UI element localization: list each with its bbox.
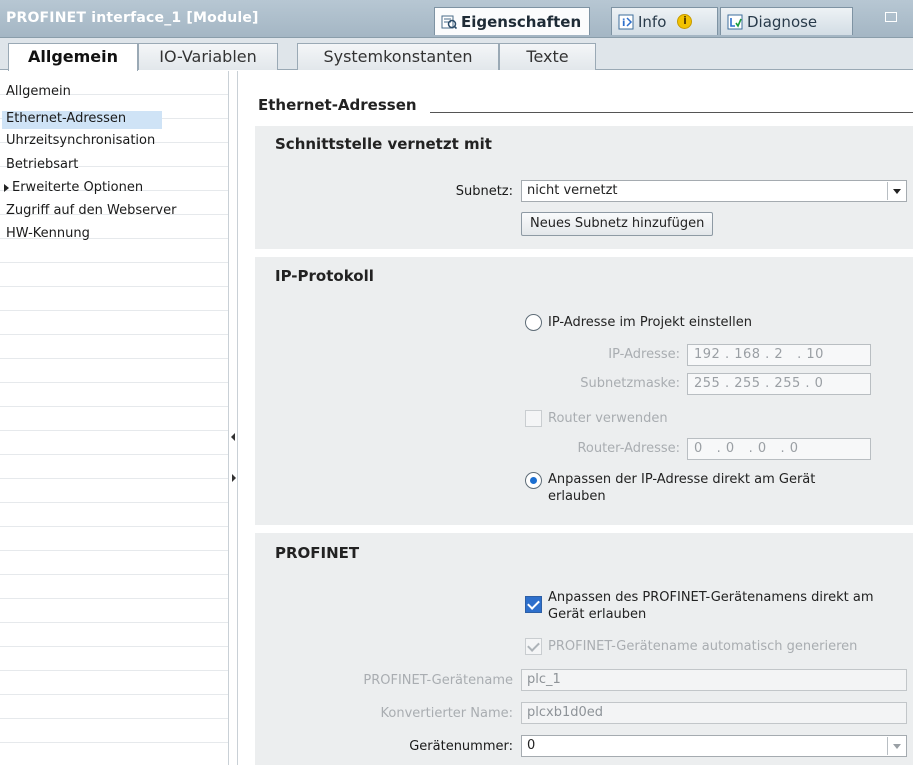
expand-right-icon[interactable] xyxy=(232,474,236,482)
tab-systemkonstanten[interactable]: Systemkonstanten xyxy=(297,43,499,70)
sidebar-item-uhrzeitsynchronisation[interactable]: Uhrzeitsynchronisation xyxy=(6,133,155,151)
sidebar-item-allgemein[interactable]: Allgemein xyxy=(6,84,71,102)
panel-title-bar: PROFINET interface_1 [Module] Eigenschaf… xyxy=(0,0,913,38)
device-name-field[interactable]: plc_1 xyxy=(521,669,907,691)
auto-name-checkbox[interactable] xyxy=(525,638,542,655)
router-address-field[interactable]: 0 . 0 . 0 . 0 xyxy=(687,438,871,460)
panel-schnittstelle: Schnittstelle vernetzt mit Subnetz: nich… xyxy=(255,126,913,249)
router-checkbox[interactable] xyxy=(525,410,542,427)
info-icon: i xyxy=(618,14,634,30)
ip-device-radio[interactable] xyxy=(525,472,542,489)
tab-diagnose[interactable]: Diagnose xyxy=(720,7,853,35)
tab-io-variablen[interactable]: IO-Variablen xyxy=(138,43,278,70)
panel-profinet: PROFINET Anpassen des PROFINET-Gerätenam… xyxy=(255,533,913,765)
sidebar-item-label: Erweiterte Optionen xyxy=(12,180,144,195)
panel-splitter[interactable] xyxy=(228,71,238,765)
tab-eigenschaften[interactable]: Eigenschaften xyxy=(434,7,590,35)
panel-title: Schnittstelle vernetzt mit xyxy=(275,135,492,153)
chevron-down-icon[interactable] xyxy=(887,182,905,200)
device-number-select[interactable]: 0 xyxy=(521,735,907,757)
device-number-value: 0 xyxy=(527,738,536,753)
ip-project-radio[interactable] xyxy=(525,314,542,331)
sidebar-item-hw-kennung[interactable]: HW-Kennung xyxy=(6,226,90,244)
ip-project-option-label: IP-Adresse im Projekt einstellen xyxy=(548,315,753,330)
tab-texte[interactable]: Texte xyxy=(499,43,596,70)
window-title: PROFINET interface_1 [Module] xyxy=(6,10,259,26)
tab-allgemein[interactable]: Allgemein xyxy=(8,43,138,71)
sidebar-item-webserver[interactable]: Zugriff auf den Webserver xyxy=(6,203,176,221)
ip-address-field[interactable]: 192 . 168 . 2 . 10 xyxy=(687,344,871,366)
warning-icon: i xyxy=(677,14,693,29)
allow-device-name-label: Anpassen des PROFINET-Gerätenamens direk… xyxy=(548,590,874,622)
tab-info-label: Info xyxy=(638,13,667,31)
properties-icon xyxy=(441,14,458,30)
collapse-left-icon[interactable] xyxy=(231,433,235,441)
sidebar-item-ethernet-adressen[interactable]: Ethernet-Adressen xyxy=(2,111,162,129)
svg-text:i: i xyxy=(622,18,625,29)
sidebar-item-erweiterte-optionen[interactable]: Erweiterte Optionen xyxy=(4,180,144,198)
converted-name-field: plcxb1d0ed xyxy=(521,702,907,724)
tab-diagnose-label: Diagnose xyxy=(747,13,818,31)
allow-device-name-checkbox[interactable] xyxy=(525,596,542,613)
header-divider xyxy=(430,112,913,113)
subnet-mask-label: Subnetzmaske: xyxy=(580,376,680,391)
panel-title: PROFINET xyxy=(275,544,360,562)
auto-name-label: PROFINET-Gerätename automatisch generier… xyxy=(548,639,858,654)
device-number-label: Gerätenummer: xyxy=(409,739,513,754)
properties-tab-row: Allgemein IO-Variablen Systemkonstanten … xyxy=(0,38,913,71)
subnet-mask-field[interactable]: 255 . 255 . 255 . 0 xyxy=(687,373,871,395)
chevron-down-icon[interactable] xyxy=(887,737,905,755)
ip-address-label: IP-Adresse: xyxy=(608,347,680,362)
diagnose-icon xyxy=(727,14,743,30)
converted-name-label: Konvertierter Name: xyxy=(380,706,513,721)
properties-content: Ethernet-Adressen Schnittstelle vernetzt… xyxy=(238,71,913,765)
ip-device-option-label: Anpassen der IP-Adresse direkt am Gerät … xyxy=(548,472,816,504)
device-name-label: PROFINET-Gerätename xyxy=(363,673,513,688)
router-address-label: Router-Adresse: xyxy=(577,441,680,456)
add-subnet-button[interactable]: Neues Subnetz hinzufügen xyxy=(521,212,714,236)
router-option-label: Router verwenden xyxy=(548,411,668,426)
subnetz-label: Subnetz: xyxy=(455,184,513,199)
subnetz-select[interactable]: nicht vernetzt xyxy=(521,180,907,202)
restore-window-icon[interactable] xyxy=(885,12,897,22)
tab-info[interactable]: i Info i xyxy=(611,7,718,35)
subnetz-value: nicht vernetzt xyxy=(527,183,618,198)
expand-caret-icon[interactable] xyxy=(4,184,9,192)
section-header: Ethernet-Adressen xyxy=(258,96,417,114)
panel-title: IP-Protokoll xyxy=(275,267,374,285)
sidebar-item-betriebsart[interactable]: Betriebsart xyxy=(6,157,78,175)
tab-eigenschaften-label: Eigenschaften xyxy=(461,13,582,31)
panel-ip-protokoll: IP-Protokoll IP-Adresse im Projekt einst… xyxy=(255,257,913,525)
sidebar-nav: Allgemein Ethernet-Adressen Uhrzeitsynch… xyxy=(0,71,228,765)
